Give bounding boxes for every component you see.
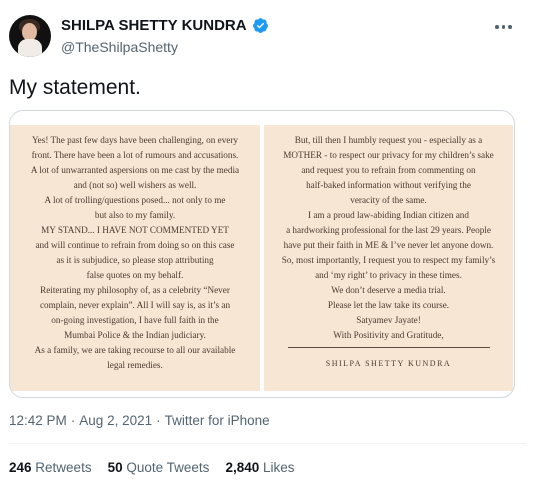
statement-line: on-going investigation, I have full fait… bbox=[51, 315, 219, 325]
quote-tweets-label: Quote Tweets bbox=[126, 460, 210, 475]
statement-line: complain, never explain”. All I will say… bbox=[39, 300, 231, 310]
signature-divider bbox=[287, 347, 490, 348]
quote-tweets-count: 50 bbox=[107, 460, 123, 475]
separator-dot: · bbox=[156, 413, 161, 428]
author-name-row[interactable]: SHILPA SHETTY KUNDRA bbox=[61, 17, 269, 34]
more-options-icon[interactable] bbox=[495, 20, 517, 34]
statement-line: So, most importantly, I request you to r… bbox=[281, 255, 496, 265]
separator-dot: · bbox=[70, 413, 76, 428]
statement-left-text: Yes! The past few days have been challen… bbox=[10, 125, 260, 373]
statement-line: A lot of trolling/questions posed... not… bbox=[44, 195, 226, 205]
statement-line: Mumbai Police & the Indian judiciary. bbox=[64, 330, 206, 340]
retweets-count: 246 bbox=[9, 460, 32, 475]
statement-signature: SHILPA SHETTY KUNDRA bbox=[325, 359, 452, 368]
statement-line: Yes! The past few days have been challen… bbox=[31, 135, 239, 145]
avatar-body bbox=[18, 39, 42, 57]
quote-tweets-stat[interactable]: 50 Quote Tweets bbox=[108, 460, 210, 475]
statement-page-left: Yes! The past few days have been challen… bbox=[10, 125, 260, 391]
statement-line: half-baked information without verifying… bbox=[306, 180, 471, 190]
statement-line: legal remedies. bbox=[107, 360, 163, 370]
statement-line: and ‘my right’ to privacy in these times… bbox=[315, 270, 462, 280]
statement-line: a hardworking professional for the last … bbox=[286, 225, 491, 235]
statement-line: As a family, we are taking recourse to a… bbox=[34, 345, 236, 355]
statement-right-text: But, till then I humbly request you - es… bbox=[264, 125, 513, 343]
statement-line: MOTHER - to respect our privacy for my c… bbox=[283, 150, 494, 160]
statement-line: as it is subjudice, so please stop attri… bbox=[56, 255, 214, 265]
statement-line: Satyamev Jayate! bbox=[356, 315, 421, 325]
tweet-text: My statement. bbox=[9, 76, 141, 99]
statement-line: but also to my family. bbox=[94, 210, 176, 220]
author-display-name[interactable]: SHILPA SHETTY KUNDRA bbox=[61, 17, 247, 34]
statement-line: front. There have been a lot of rumours … bbox=[31, 150, 239, 160]
avatar[interactable] bbox=[9, 15, 51, 57]
statement-page-right: But, till then I humbly request you - es… bbox=[264, 125, 513, 391]
author-handle[interactable]: @TheShilpaShetty bbox=[61, 39, 178, 55]
retweets-label: Retweets bbox=[35, 460, 92, 475]
tweet-time[interactable]: 12:42 PM bbox=[9, 413, 67, 428]
statement-line: We don’t deserve a media trial. bbox=[331, 285, 446, 295]
statement-line: I am a proud law-abiding Indian citizen … bbox=[308, 210, 469, 220]
statement-line: A lot of unwarranted aspersions on me ca… bbox=[30, 165, 240, 175]
statement-line: and will continue to refrain from doing … bbox=[35, 240, 235, 250]
tweet-header: SHILPA SHETTY KUNDRA @TheShilpaShetty bbox=[0, 0, 535, 70]
statement-line: and request you to refrain from commenti… bbox=[301, 165, 476, 175]
statement-line: Reiterating my philosophy of, as a celeb… bbox=[40, 285, 230, 295]
likes-label: Likes bbox=[263, 460, 295, 475]
verified-badge-icon bbox=[252, 18, 268, 33]
tweet-media-image[interactable]: Yes! The past few days have been challen… bbox=[9, 110, 515, 398]
statement-line: false quotes on my behalf. bbox=[86, 270, 184, 280]
divider-line bbox=[9, 443, 526, 444]
statement-line: With Positivity and Gratitude, bbox=[333, 330, 444, 340]
likes-count: 2,840 bbox=[225, 460, 260, 475]
likes-stat[interactable]: 2,840 Likes bbox=[225, 460, 294, 475]
retweets-stat[interactable]: 246 Retweets bbox=[9, 460, 92, 475]
tweet-date[interactable]: Aug 2, 2021 bbox=[79, 413, 152, 428]
engagement-stats: 246 Retweets 50 Quote Tweets 2,840 Likes bbox=[9, 460, 295, 475]
statement-line: veracity of the same. bbox=[350, 195, 427, 205]
statement-line: MY STAND... I HAVE NOT COMMENTED YET bbox=[41, 225, 229, 235]
statement-line: Please let the law take its course. bbox=[327, 300, 450, 310]
statement-line: have put their faith in ME & I’ve never … bbox=[283, 240, 494, 250]
tweet-source[interactable]: Twitter for iPhone bbox=[165, 413, 270, 428]
statement-line: But, till then I humbly request you - es… bbox=[294, 135, 483, 145]
statement-line: and (not so) well wishers as well. bbox=[73, 180, 197, 190]
tweet-timestamp-row: 12:42 PM · Aug 2, 2021 · Twitter for iPh… bbox=[9, 413, 270, 428]
